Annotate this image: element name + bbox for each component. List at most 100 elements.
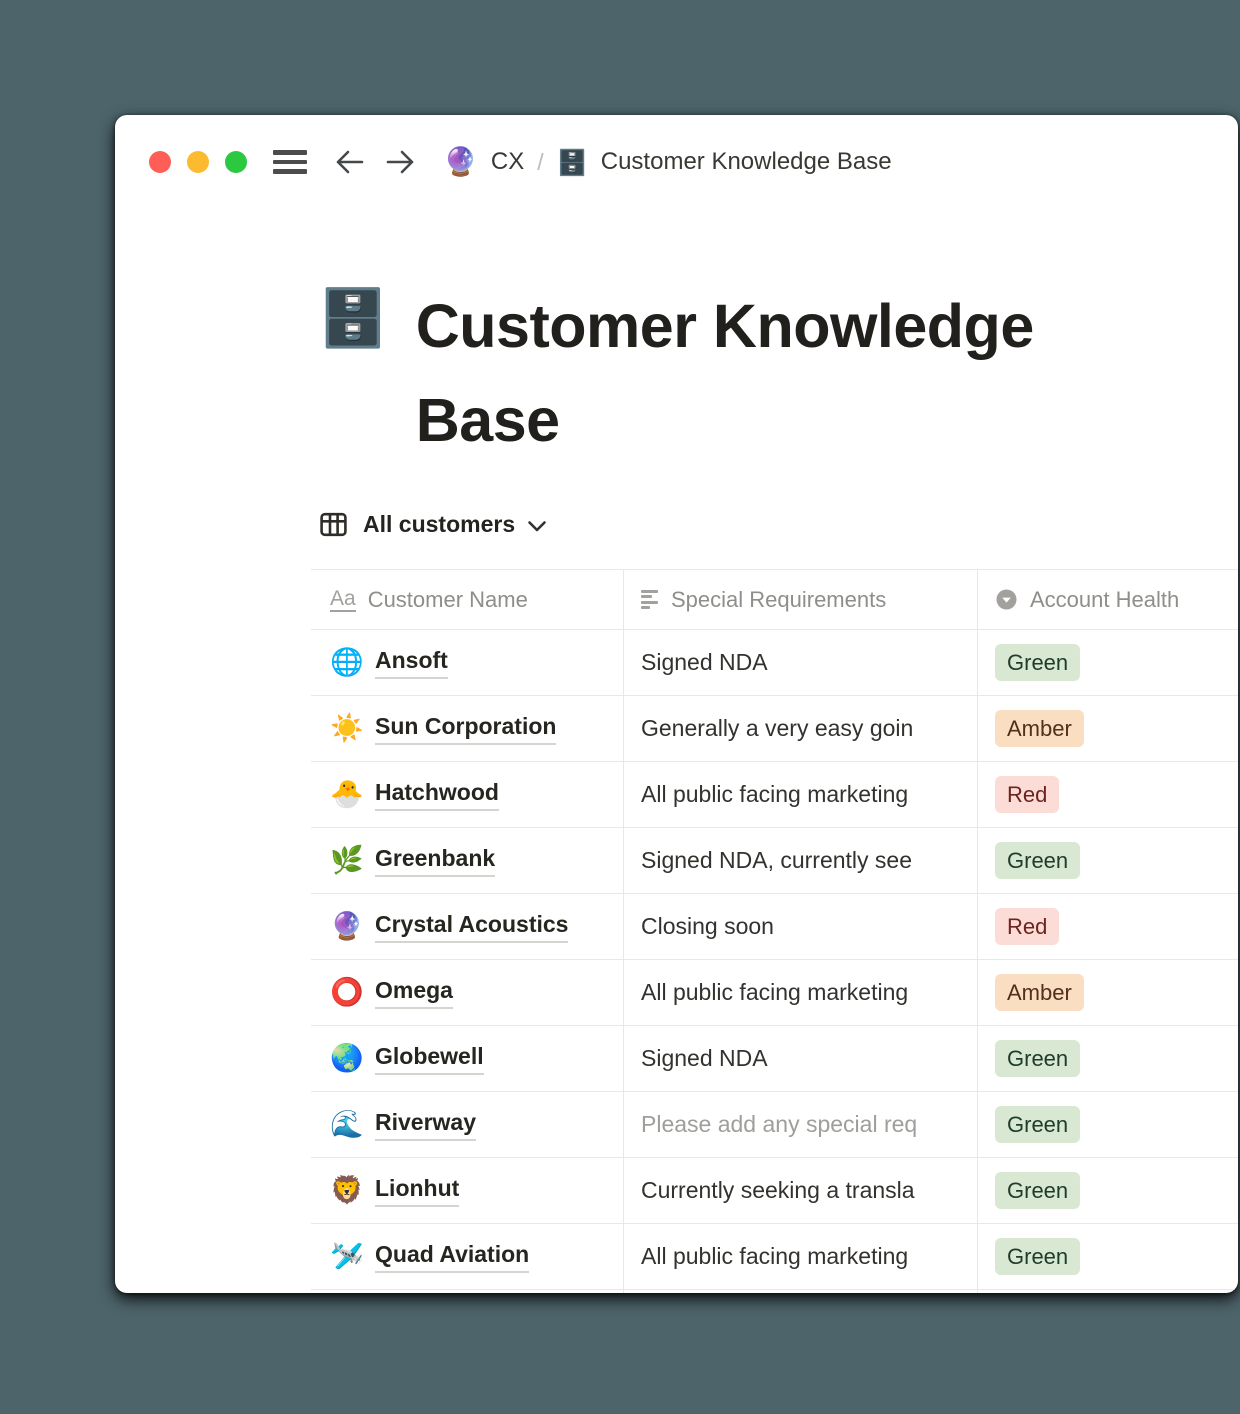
health-badge[interactable]: Green (995, 1172, 1080, 1209)
health-badge[interactable]: Amber (995, 710, 1084, 747)
table-view-icon (320, 512, 347, 537)
customer-name-link[interactable]: Riverway (375, 1109, 476, 1141)
table-row: 🔮 Crystal Acoustics Closing soon Red (311, 894, 1238, 960)
menu-icon[interactable] (273, 150, 307, 174)
requirements-text: Signed NDA (641, 1045, 768, 1072)
breadcrumb-page[interactable]: Customer Knowledge Base (601, 148, 892, 176)
column-header-account-health[interactable]: Account Health (978, 570, 1238, 629)
account-health-cell[interactable]: Amber (978, 696, 1238, 761)
page-content: 🗄️ Customer Knowledge Base All customers… (115, 279, 1238, 1293)
requirements-text: All public facing marketing (641, 979, 908, 1006)
special-requirements-cell[interactable]: Generally a very easy goin (624, 696, 978, 761)
customer-icon: 🦁 (330, 1177, 362, 1204)
page-icon-small: 🗄️ (557, 150, 588, 175)
customer-name-cell[interactable]: 🌏 Globewell (311, 1026, 624, 1091)
account-health-cell[interactable]: Amber (978, 960, 1238, 1025)
column-label: Customer Name (368, 587, 528, 613)
table-row: 🌊 Riverway Please add any special req Gr… (311, 1092, 1238, 1158)
customer-name-cell[interactable]: 🛩️ Quad Aviation (311, 1224, 624, 1289)
requirements-text: Closing soon (641, 913, 774, 940)
customer-icon: 🛩️ (330, 1243, 362, 1270)
customer-icon: 🌊 (330, 1111, 362, 1138)
account-health-cell[interactable]: Red (978, 894, 1238, 959)
special-requirements-cell[interactable]: Please add any special req (624, 1092, 978, 1157)
page-title-icon[interactable]: 🗄️ (318, 291, 388, 347)
view-name: All customers (363, 511, 515, 538)
customer-name-cell[interactable]: 🌐 Ansoft (311, 630, 624, 695)
customer-name-link[interactable]: Lionhut (375, 1175, 459, 1207)
table-row-partial (311, 1290, 1238, 1293)
requirements-text: All public facing marketing (641, 781, 908, 808)
customer-name-link[interactable]: Greenbank (375, 845, 495, 877)
customer-icon: 🔮 (330, 913, 362, 940)
health-badge[interactable]: Green (995, 1040, 1080, 1077)
customer-icon: 🌿 (330, 847, 362, 874)
customer-name-cell[interactable]: ⭕ Omega (311, 960, 624, 1025)
health-badge[interactable]: Red (995, 908, 1059, 945)
customer-name-cell[interactable]: 🐣 Hatchwood (311, 762, 624, 827)
customer-name-cell[interactable]: 🌊 Riverway (311, 1092, 624, 1157)
special-requirements-cell[interactable]: All public facing marketing (624, 762, 978, 827)
health-badge[interactable]: Green (995, 644, 1080, 681)
table-row: 🌏 Globewell Signed NDA Green (311, 1026, 1238, 1092)
customer-name-cell[interactable]: 🦁 Lionhut (311, 1158, 624, 1223)
requirements-text: Signed NDA, currently see (641, 847, 912, 874)
column-header-special-requirements[interactable]: Special Requirements (624, 570, 978, 629)
special-requirements-cell[interactable]: Currently seeking a transla (624, 1158, 978, 1223)
view-selector[interactable]: All customers (311, 507, 1238, 541)
table-row: 🦁 Lionhut Currently seeking a transla Gr… (311, 1158, 1238, 1224)
account-health-cell[interactable]: Green (978, 1158, 1238, 1223)
table-body: 🌐 Ansoft Signed NDA Green ☀️ Sun Corpora… (311, 630, 1238, 1290)
special-requirements-cell[interactable]: Signed NDA, currently see (624, 828, 978, 893)
special-requirements-cell[interactable]: Signed NDA (624, 1026, 978, 1091)
table-header-row: Aa Customer Name Special Requirements Ac… (311, 570, 1238, 630)
zoom-button[interactable] (225, 151, 247, 173)
page-title[interactable]: Customer Knowledge Base (416, 279, 1046, 467)
table-row: ⭕ Omega All public facing marketing Ambe… (311, 960, 1238, 1026)
customer-name-cell[interactable]: 🌿 Greenbank (311, 828, 624, 893)
title-property-icon: Aa (330, 588, 356, 612)
customer-name-link[interactable]: Ansoft (375, 647, 448, 679)
special-requirements-cell[interactable]: All public facing marketing (624, 960, 978, 1025)
workspace-icon: 🔮 (443, 148, 478, 176)
table-row: 🐣 Hatchwood All public facing marketing … (311, 762, 1238, 828)
close-button[interactable] (149, 151, 171, 173)
page-title-block: 🗄️ Customer Knowledge Base (311, 279, 1238, 467)
account-health-cell[interactable]: Green (978, 1092, 1238, 1157)
requirements-text: Generally a very easy goin (641, 715, 913, 742)
health-badge[interactable]: Green (995, 842, 1080, 879)
chevron-down-icon (527, 520, 547, 533)
account-health-cell[interactable]: Green (978, 1224, 1238, 1289)
requirements-text: Signed NDA (641, 649, 768, 676)
customer-icon: 🌐 (330, 649, 362, 676)
breadcrumb-workspace[interactable]: CX (491, 148, 524, 176)
requirements-text: Please add any special req (641, 1111, 917, 1138)
health-badge[interactable]: Amber (995, 974, 1084, 1011)
customer-name-cell[interactable]: 🔮 Crystal Acoustics (311, 894, 624, 959)
account-health-cell[interactable]: Red (978, 762, 1238, 827)
titlebar: 🔮 CX / 🗄️ Customer Knowledge Base (115, 115, 1238, 177)
account-health-cell[interactable]: Green (978, 828, 1238, 893)
customer-name-link[interactable]: Sun Corporation (375, 713, 556, 745)
customer-name-link[interactable]: Globewell (375, 1043, 484, 1075)
requirements-text: All public facing marketing (641, 1243, 908, 1270)
customer-name-cell[interactable]: ☀️ Sun Corporation (311, 696, 624, 761)
health-badge[interactable]: Green (995, 1238, 1080, 1275)
special-requirements-cell[interactable]: Signed NDA (624, 630, 978, 695)
customer-name-link[interactable]: Hatchwood (375, 779, 499, 811)
forward-arrow-icon[interactable] (385, 148, 417, 176)
special-requirements-cell[interactable]: All public facing marketing (624, 1224, 978, 1289)
account-health-cell[interactable]: Green (978, 630, 1238, 695)
health-badge[interactable]: Green (995, 1106, 1080, 1143)
minimize-button[interactable] (187, 151, 209, 173)
customer-name-link[interactable]: Omega (375, 977, 453, 1009)
back-arrow-icon[interactable] (333, 148, 365, 176)
customer-name-link[interactable]: Quad Aviation (375, 1241, 529, 1273)
customer-name-link[interactable]: Crystal Acoustics (375, 911, 568, 943)
column-header-customer-name[interactable]: Aa Customer Name (311, 570, 624, 629)
table-row: ☀️ Sun Corporation Generally a very easy… (311, 696, 1238, 762)
account-health-cell[interactable]: Green (978, 1026, 1238, 1091)
health-badge[interactable]: Red (995, 776, 1059, 813)
special-requirements-cell[interactable]: Closing soon (624, 894, 978, 959)
select-property-icon (995, 588, 1018, 611)
